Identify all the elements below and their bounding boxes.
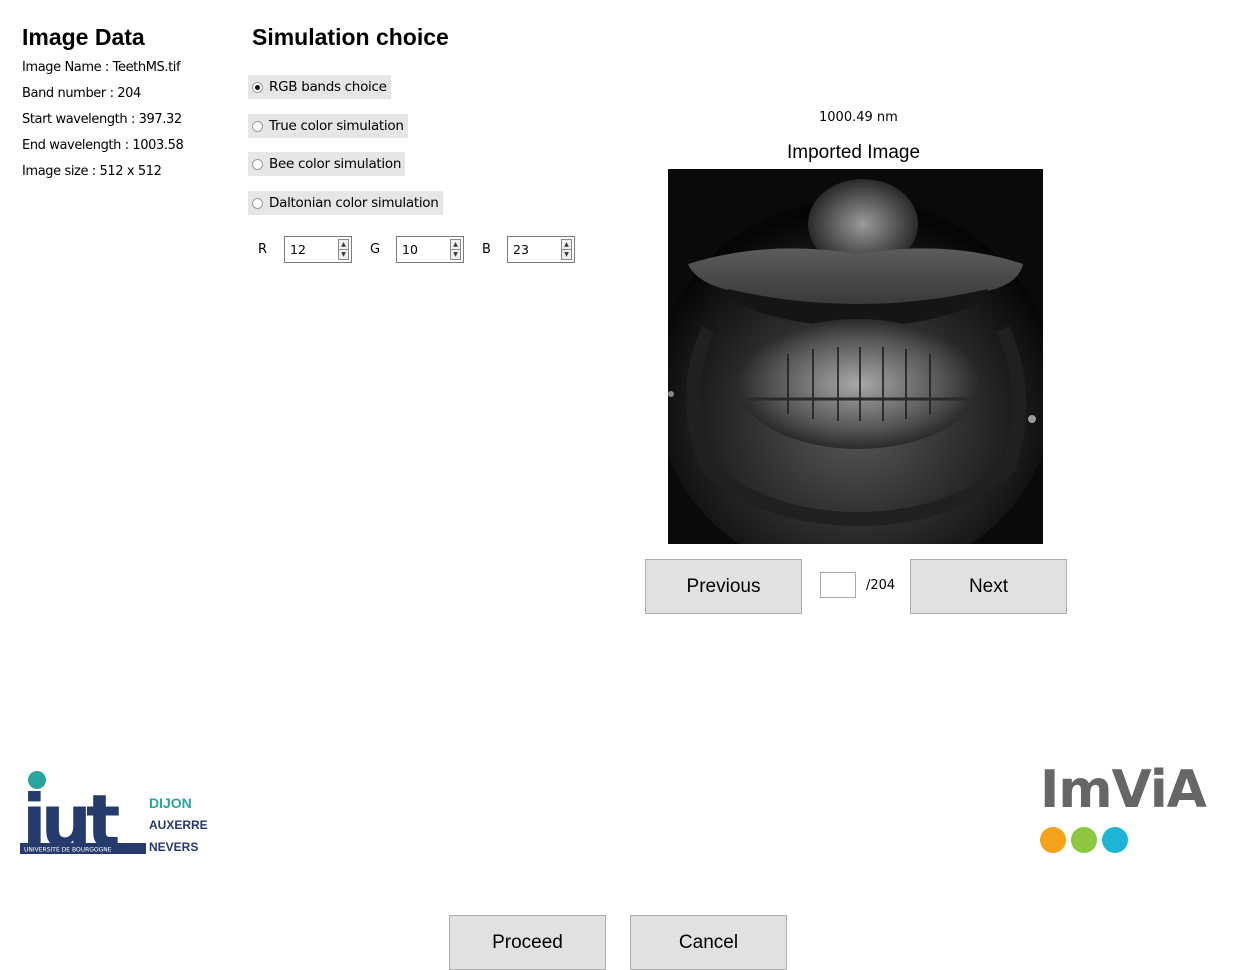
start-wavelength: Start wavelength : 397.32 bbox=[22, 112, 182, 127]
image-data-title: Image Data bbox=[22, 24, 145, 50]
proceed-button[interactable]: Proceed bbox=[449, 915, 606, 970]
iut-dijon-text: DIJON bbox=[149, 795, 192, 811]
radio-unchecked-icon[interactable] bbox=[252, 158, 263, 170]
imported-image-title: Imported Image bbox=[787, 142, 921, 163]
r-spinbox[interactable]: 12 ▲ ▼ bbox=[284, 236, 352, 263]
spin-down-icon[interactable]: ▼ bbox=[562, 250, 571, 259]
spin-up-icon[interactable]: ▲ bbox=[562, 240, 571, 250]
b-label: B bbox=[482, 242, 491, 257]
simulation-choice-title: Simulation choice bbox=[252, 24, 449, 50]
radio-daltonian-color[interactable]: Daltonian color simulation bbox=[248, 191, 443, 215]
iut-logo-graphic: iut UNIVERSITÉ DE BOURGOGNE DIJON AUXERR… bbox=[20, 771, 208, 863]
spin-up-icon[interactable]: ▲ bbox=[451, 240, 460, 250]
previous-button[interactable]: Previous bbox=[645, 559, 802, 614]
imvia-logo: ImViA bbox=[1040, 760, 1212, 860]
radio-rgb-bands[interactable]: RGB bands choice bbox=[248, 75, 391, 99]
radio-label: Daltonian color simulation bbox=[269, 195, 439, 211]
orange-dot-icon bbox=[1040, 827, 1066, 853]
image-name: Image Name : TeethMS.tif bbox=[22, 60, 181, 75]
g-label: G bbox=[370, 242, 381, 257]
imvia-text: ImViA bbox=[1040, 760, 1207, 820]
radio-unchecked-icon[interactable] bbox=[252, 120, 263, 132]
blue-dot-icon bbox=[1102, 827, 1128, 853]
spin-arrows-icon[interactable]: ▲ ▼ bbox=[561, 239, 572, 260]
radio-checked-icon[interactable] bbox=[252, 81, 263, 93]
wavelength-readout: 1000.49 nm bbox=[819, 110, 898, 125]
image-size: Image size : 512 x 512 bbox=[22, 164, 162, 179]
radio-unchecked-icon[interactable] bbox=[252, 197, 263, 209]
b-value: 23 bbox=[513, 242, 529, 257]
image-info: Image Name : TeethMS.tif Band number : 2… bbox=[22, 55, 184, 185]
r-value: 12 bbox=[290, 242, 306, 257]
cancel-button[interactable]: Cancel bbox=[630, 915, 787, 970]
iut-logo: iut UNIVERSITÉ DE BOURGOGNE DIJON AUXERR… bbox=[20, 770, 215, 863]
end-wavelength: End wavelength : 1003.58 bbox=[22, 138, 184, 153]
b-spinbox[interactable]: 23 ▲ ▼ bbox=[507, 236, 575, 263]
spin-up-icon[interactable]: ▲ bbox=[339, 240, 348, 250]
radio-label: True color simulation bbox=[269, 118, 404, 134]
band-index-input[interactable] bbox=[820, 572, 856, 598]
radio-label: Bee color simulation bbox=[269, 156, 402, 172]
radio-bee-color[interactable]: Bee color simulation bbox=[248, 152, 406, 176]
g-value: 10 bbox=[402, 242, 418, 257]
spin-arrows-icon[interactable]: ▲ ▼ bbox=[338, 239, 349, 260]
radio-label: RGB bands choice bbox=[269, 79, 387, 95]
imported-image bbox=[668, 169, 1043, 544]
spin-down-icon[interactable]: ▼ bbox=[451, 250, 460, 259]
next-button[interactable]: Next bbox=[910, 559, 1067, 614]
spin-arrows-icon[interactable]: ▲ ▼ bbox=[450, 239, 461, 260]
teeth-image bbox=[668, 169, 1043, 544]
g-spinbox[interactable]: 10 ▲ ▼ bbox=[396, 236, 464, 263]
green-dot-icon bbox=[1071, 827, 1097, 853]
r-label: R bbox=[258, 242, 268, 257]
spin-down-icon[interactable]: ▼ bbox=[339, 250, 348, 259]
iut-auxerre-text: AUXERRE bbox=[149, 818, 208, 832]
iut-sub-text: UNIVERSITÉ DE BOURGOGNE bbox=[24, 846, 112, 854]
band-number: Band number : 204 bbox=[22, 86, 141, 101]
imvia-dots bbox=[1040, 827, 1212, 853]
radio-true-color[interactable]: True color simulation bbox=[248, 114, 408, 138]
iut-nevers-text: NEVERS bbox=[149, 840, 198, 854]
band-total: /204 bbox=[866, 578, 896, 593]
